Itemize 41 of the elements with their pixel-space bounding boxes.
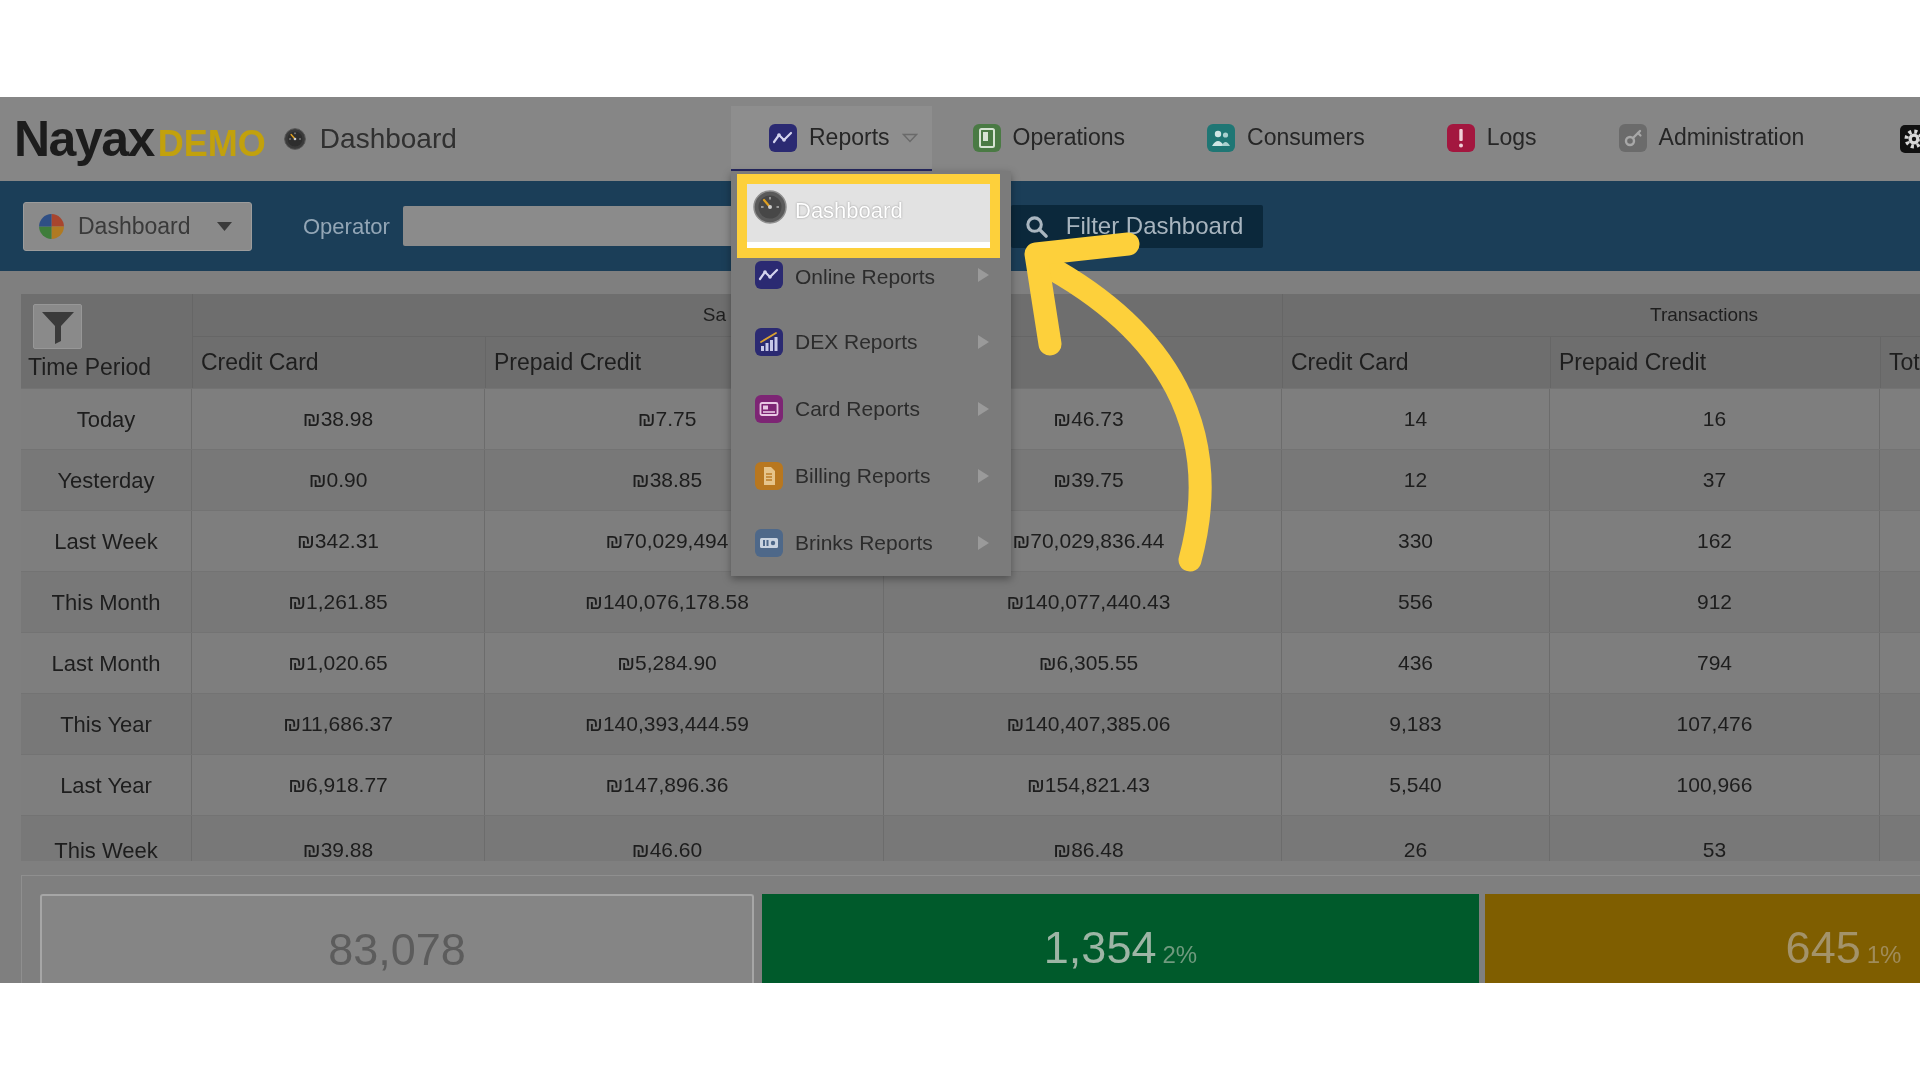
- line-chart-icon: [769, 123, 797, 152]
- summary-percent: 1%: [1866, 940, 1902, 970]
- nav-tab[interactable]: Reports: [731, 106, 932, 172]
- summary-value: 1,354: [1043, 922, 1157, 974]
- funnel-icon: [39, 309, 76, 344]
- filter-toggle[interactable]: [33, 304, 82, 349]
- logo-wordmark: Nayax: [14, 114, 154, 164]
- people-icon: [1207, 123, 1236, 152]
- key-icon: [1618, 123, 1647, 152]
- gauge-icon: [283, 128, 306, 150]
- line-chart-icon: [755, 261, 783, 289]
- column-group-header: Transactions: [1282, 294, 1920, 337]
- nav-tab[interactable]: Logs: [1405, 106, 1578, 172]
- table-cell: This Week: [21, 816, 192, 861]
- summary-value: 645: [1785, 922, 1861, 974]
- search-icon: [1023, 213, 1049, 239]
- nav-tab[interactable]: Consumers: [1166, 106, 1406, 172]
- card-icon: [755, 394, 783, 423]
- summary-percent: 2%: [1162, 940, 1198, 970]
- alert-icon: [1446, 123, 1475, 152]
- pie-chart-icon: [37, 211, 66, 241]
- field-label: Operator: [303, 212, 390, 241]
- bar-chart-icon: [755, 327, 783, 356]
- table-cell: 26: [1282, 816, 1550, 861]
- nav-tab[interactable]: Administration: [1577, 106, 1846, 172]
- settings-icon[interactable]: [1900, 125, 1920, 153]
- logo-suffix: DEMO: [157, 126, 266, 162]
- table-cell: ₪39.88: [192, 816, 485, 861]
- table-cell: ₪46.60: [485, 816, 884, 861]
- page-title: Dashboard: [319, 122, 457, 156]
- gauge-icon: [753, 190, 787, 224]
- view-select[interactable]: Dashboard: [23, 201, 252, 251]
- operator-field[interactable]: [402, 206, 733, 246]
- column-header: Time Period: [28, 353, 152, 382]
- caret-down-icon: [217, 221, 232, 231]
- nav-tab[interactable]: Operations: [931, 106, 1167, 172]
- table-cell: ₪86.48: [884, 816, 1282, 861]
- machine-icon: [972, 123, 1001, 152]
- table-cell: 53: [1550, 816, 1880, 861]
- banknote-icon: [755, 528, 783, 557]
- document-icon: [755, 461, 783, 490]
